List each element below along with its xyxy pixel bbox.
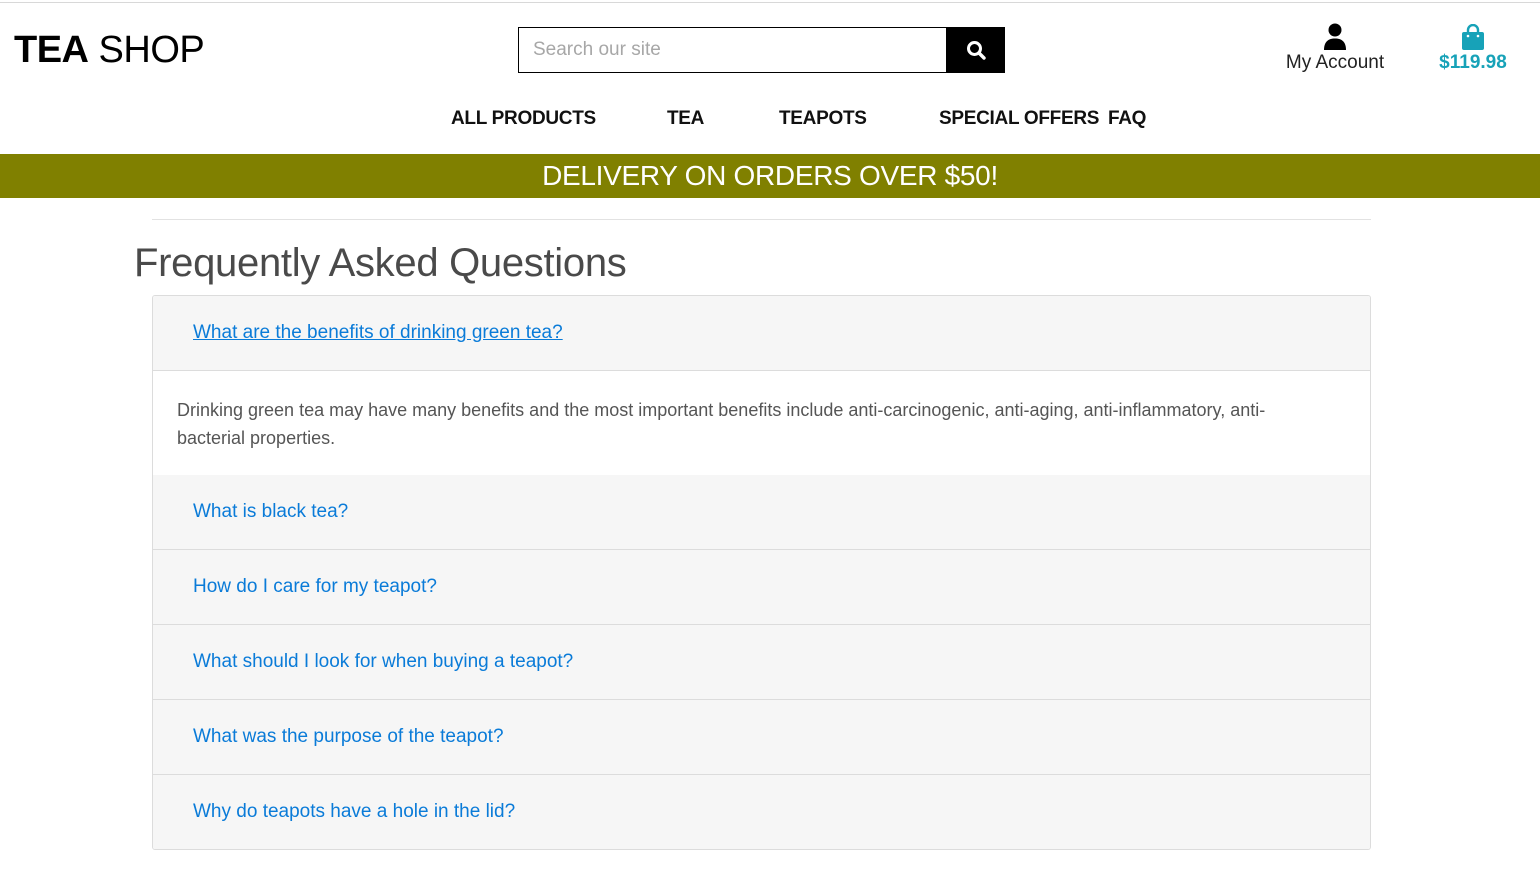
faq-question-link[interactable]: What are the benefits of drinking green … [193,322,563,344]
search-input[interactable] [518,27,946,73]
site-logo[interactable]: TEA SHOP [14,28,205,72]
search-form [518,27,1005,73]
page-title: Frequently Asked Questions [134,241,627,285]
faq-answer-green-tea: Drinking green tea may have many benefit… [153,371,1370,475]
faq-question-link[interactable]: Why do teapots have a hole in the lid? [193,801,515,823]
search-button[interactable] [946,27,1005,73]
cart-link[interactable]: $119.98 [1425,20,1521,80]
nav-item-special-offers[interactable]: SPECIAL OFFERS [939,108,1099,130]
my-account-label: My Account [1285,52,1385,73]
search-icon [966,41,986,60]
content-divider [152,219,1371,220]
faq-question-link[interactable]: How do I care for my teapot? [193,576,437,598]
faq-question-link[interactable]: What was the purpose of the teapot? [193,726,504,748]
logo-bold-text: TEA [14,29,89,71]
shopping-bag-icon [1462,24,1484,50]
nav-item-all-products[interactable]: ALL PRODUCTS [451,108,596,130]
faq-question-lid-hole[interactable]: Why do teapots have a hole in the lid? [153,775,1370,849]
my-account-link[interactable]: My Account [1270,20,1400,80]
user-icon [1324,23,1346,50]
faq-question-black-tea[interactable]: What is black tea? [153,475,1370,550]
faq-question-teapot-purpose[interactable]: What was the purpose of the teapot? [153,700,1370,775]
faq-question-teapot-care[interactable]: How do I care for my teapot? [153,550,1370,625]
faq-question-link[interactable]: What should I look for when buying a tea… [193,651,573,673]
faq-question-green-tea[interactable]: What are the benefits of drinking green … [153,296,1370,371]
delivery-banner: DELIVERY ON ORDERS OVER $50! [0,154,1540,198]
nav-item-faq[interactable]: FAQ [1108,108,1146,130]
cart-total: $119.98 [1439,52,1507,73]
top-divider [0,2,1540,3]
faq-question-buying-teapot[interactable]: What should I look for when buying a tea… [153,625,1370,700]
logo-light-text: SHOP [88,29,205,71]
nav-item-teapots[interactable]: TEAPOTS [779,108,867,130]
main-nav: ALL PRODUCTS TEA TEAPOTS SPECIAL OFFERS … [0,108,1540,136]
nav-item-tea[interactable]: TEA [667,108,704,130]
faq-accordion: What are the benefits of drinking green … [152,295,1371,850]
faq-question-link[interactable]: What is black tea? [193,501,348,523]
